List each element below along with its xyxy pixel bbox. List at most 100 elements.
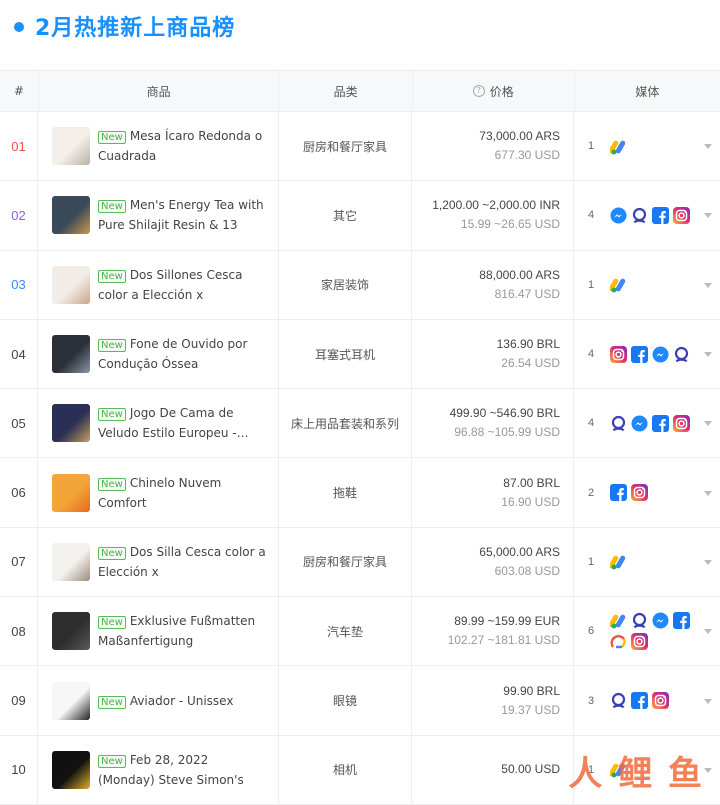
product-thumbnail[interactable]: [52, 196, 90, 235]
messenger-icon[interactable]: [610, 207, 627, 224]
new-badge: New: [98, 695, 126, 709]
table-row[interactable]: 07 New Dos Silla Cesca color a Elección x 厨…: [0, 527, 720, 598]
new-badge: New: [98, 200, 126, 214]
audience-network-icon[interactable]: [610, 633, 627, 650]
media-icons: [608, 612, 698, 651]
instagram-icon[interactable]: [673, 414, 690, 432]
product-thumbnail[interactable]: [52, 335, 90, 374]
media-icons: [608, 553, 698, 570]
media-cell[interactable]: 4: [574, 389, 720, 457]
media-cell[interactable]: 2: [574, 458, 720, 526]
product-cell[interactable]: New Chinelo Nuvem Comfort: [38, 458, 279, 527]
threads-icon[interactable]: [610, 692, 627, 709]
product-name[interactable]: New Chinelo Nuvem Comfort: [98, 473, 268, 513]
product-cell[interactable]: New Mesa Ícaro Redonda o Cuadrada: [38, 112, 279, 181]
price-local: 99.90 BRL: [503, 683, 560, 698]
chevron-down-icon[interactable]: [704, 698, 712, 704]
table-row[interactable]: 05 New Jogo De Cama de Veludo Estilo Europ…: [0, 389, 720, 459]
messenger-icon[interactable]: [631, 415, 648, 432]
category-cell: 相机: [279, 735, 412, 804]
threads-icon[interactable]: [673, 346, 690, 363]
column-header-category: 品类: [279, 71, 413, 111]
media-cell[interactable]: 6: [574, 597, 720, 665]
product-cell[interactable]: New Dos Silla Cesca color a Elección x: [38, 527, 279, 597]
product-name[interactable]: NewFone de Ouvido por Condução Óssea Blu…: [98, 334, 268, 374]
product-cell[interactable]: New Men's Energy Tea with Pure Shilajit R…: [38, 181, 279, 250]
instagram-icon[interactable]: [631, 484, 648, 502]
table-row[interactable]: 09 New Aviador - Unissex 眼镜 99.90 BRL 19.37 U…: [0, 666, 720, 736]
chevron-down-icon[interactable]: [704, 490, 712, 496]
product-thumbnail[interactable]: [52, 127, 90, 166]
product-thumbnail[interactable]: [52, 612, 90, 651]
product-thumbnail[interactable]: [52, 265, 90, 304]
product-name[interactable]: New Exklusive Fußmatten Maßanfertigung: [98, 611, 268, 651]
messenger-icon[interactable]: [652, 612, 669, 629]
messenger-icon[interactable]: [652, 346, 669, 363]
product-cell[interactable]: New Dos Sillones Cesca color a Elección x: [38, 250, 279, 319]
product-cell[interactable]: New Exklusive Fußmatten Maßanfertigung: [38, 597, 279, 666]
facebook-icon[interactable]: [652, 206, 669, 224]
table-row[interactable]: 06 New Chinelo Nuvem Comfort 拖鞋 87.00 BRL 16.…: [0, 458, 720, 528]
chevron-down-icon[interactable]: [704, 213, 712, 219]
threads-icon[interactable]: [610, 415, 627, 432]
product-name[interactable]: New Dos Sillones Cesca color a Elección x: [98, 265, 268, 305]
chevron-down-icon[interactable]: [704, 282, 712, 288]
product-thumbnail[interactable]: [52, 681, 90, 720]
product-name[interactable]: New Dos Silla Cesca color a Elección x: [98, 542, 268, 582]
media-cell[interactable]: 4: [574, 320, 720, 388]
product-cell[interactable]: New Aviador - Unissex: [38, 666, 279, 735]
product-thumbnail[interactable]: [52, 750, 90, 789]
chevron-down-icon[interactable]: [704, 421, 712, 427]
product-thumbnail[interactable]: [52, 473, 90, 512]
category-cell: 耳塞式耳机: [279, 319, 412, 389]
new-badge: New: [98, 408, 126, 422]
media-icons: [610, 414, 698, 432]
google-ads-icon[interactable]: [608, 276, 627, 293]
threads-icon[interactable]: [631, 207, 648, 224]
product-cell[interactable]: NewFeb 28, 2022 (Monday) Steve Simon's N…: [38, 735, 279, 804]
help-icon[interactable]: ?: [472, 85, 485, 97]
product-name[interactable]: New Mesa Ícaro Redonda o Cuadrada: [98, 126, 268, 166]
instagram-icon[interactable]: [652, 692, 669, 710]
product-thumbnail[interactable]: [52, 404, 90, 443]
chevron-down-icon[interactable]: [704, 144, 712, 150]
media-count: 4: [588, 348, 595, 361]
google-ads-icon[interactable]: [608, 553, 627, 570]
media-cell[interactable]: 3: [574, 666, 720, 734]
media-cell[interactable]: 1: [574, 528, 720, 596]
instagram-icon[interactable]: [610, 345, 627, 363]
google-ads-icon[interactable]: [608, 612, 627, 629]
table-row[interactable]: 08 New Exklusive Fußmatten Maßanfertigung 汽…: [0, 597, 720, 667]
google-ads-icon[interactable]: [608, 138, 627, 155]
product-name[interactable]: New Men's Energy Tea with Pure Shilajit R…: [98, 195, 268, 235]
table-row[interactable]: 03 New Dos Sillones Cesca color a Elección…: [0, 250, 720, 320]
media-cell[interactable]: 4: [574, 181, 720, 249]
instagram-icon[interactable]: [673, 206, 690, 224]
product-cell[interactable]: NewFone de Ouvido por Condução Óssea Blu…: [38, 319, 279, 389]
instagram-icon[interactable]: [631, 633, 648, 651]
table-row[interactable]: 01 New Mesa Ícaro Redonda o Cuadrada 厨房和餐厅家…: [0, 112, 720, 182]
chevron-down-icon[interactable]: [704, 629, 712, 635]
chevron-down-icon[interactable]: [704, 352, 712, 358]
product-cell[interactable]: New Jogo De Cama de Veludo Estilo Europeu…: [38, 389, 279, 458]
rank-number: 09: [0, 666, 38, 735]
product-name[interactable]: New Aviador - Unissex: [98, 691, 268, 711]
facebook-icon[interactable]: [610, 484, 627, 502]
chevron-down-icon[interactable]: [704, 559, 712, 565]
product-name[interactable]: NewFeb 28, 2022 (Monday) Steve Simon's N…: [98, 750, 268, 790]
product-name[interactable]: New Jogo De Cama de Veludo Estilo Europeu…: [98, 403, 268, 443]
facebook-icon[interactable]: [631, 692, 648, 710]
chevron-down-icon[interactable]: [704, 767, 712, 773]
threads-icon[interactable]: [631, 612, 648, 629]
table-row[interactable]: 02 New Men's Energy Tea with Pure Shilajit…: [0, 181, 720, 251]
media-count: 1: [588, 278, 595, 291]
media-cell[interactable]: 1: [574, 112, 720, 180]
price-cell: 136.90 BRL 26.54 USD: [412, 319, 574, 389]
column-header-price[interactable]: ? 价格: [413, 71, 575, 111]
facebook-icon[interactable]: [652, 414, 669, 432]
product-thumbnail[interactable]: [52, 542, 90, 581]
media-cell[interactable]: 1: [574, 251, 720, 319]
facebook-icon[interactable]: [631, 345, 648, 363]
facebook-icon[interactable]: [673, 612, 690, 630]
table-row[interactable]: 04 NewFone de Ouvido por Condução Óssea B…: [0, 319, 720, 390]
